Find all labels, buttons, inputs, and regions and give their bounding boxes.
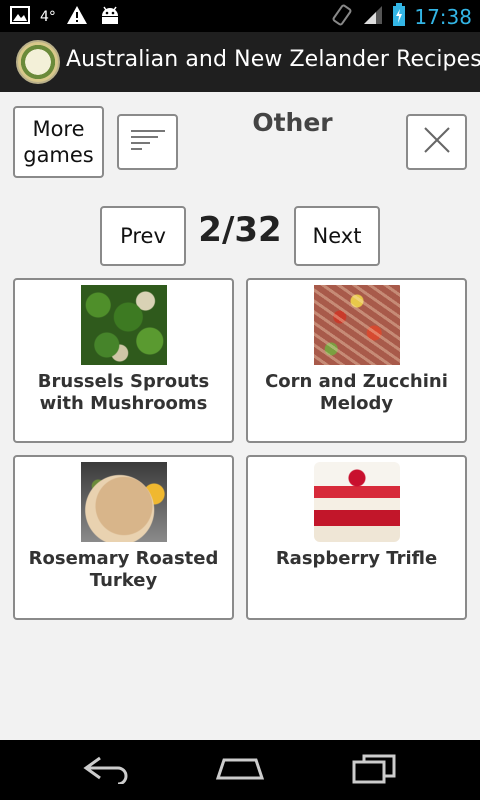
more-games-label: More games [23,117,94,167]
back-icon[interactable] [82,754,132,788]
app-logo-icon[interactable] [16,40,60,84]
signal-icon [362,4,384,30]
more-games-button[interactable]: More games [13,106,104,178]
sort-button[interactable] [117,114,178,170]
sort-lines-icon [128,127,168,157]
recipe-card-brussels-sprouts[interactable]: Brussels Sprouts with Mushrooms [13,278,234,443]
status-bar: 4° 17:38 [0,0,480,32]
battery-icon [392,3,406,31]
close-button[interactable] [406,114,467,170]
recipe-image [81,462,167,542]
action-bar: Australian and New Zelander Recipes [0,32,480,92]
recipe-name: Rosemary Roasted Turkey [28,548,219,591]
app-title: Australian and New Zelander Recipes [66,47,480,72]
clock: 17:38 [414,5,472,29]
category-title: Other [252,108,333,137]
recipe-name: Corn and Zucchini Melody [265,371,448,414]
temperature-text: 4° [40,9,56,25]
prev-button[interactable]: Prev [100,206,186,266]
recipe-card-corn-zucchini[interactable]: Corn and Zucchini Melody [246,278,467,443]
recipe-card-roasted-turkey[interactable]: Rosemary Roasted Turkey [13,455,234,620]
page-indicator: 2/32 [198,210,282,250]
recipe-image [314,285,400,365]
recipe-card-raspberry-trifle[interactable]: Raspberry Trifle [246,455,467,620]
warning-icon [66,5,88,29]
next-button[interactable]: Next [294,206,380,266]
navigation-bar [0,740,480,800]
rotation-icon [330,3,354,31]
android-icon [98,5,122,29]
close-icon [422,125,452,159]
recipe-image [81,285,167,365]
recipe-name: Raspberry Trifle [275,548,438,569]
recents-icon[interactable] [350,754,398,788]
image-icon [10,6,30,28]
recipe-image [314,462,400,542]
recipe-name: Brussels Sprouts with Mushrooms [37,371,210,414]
home-icon[interactable] [214,754,266,788]
